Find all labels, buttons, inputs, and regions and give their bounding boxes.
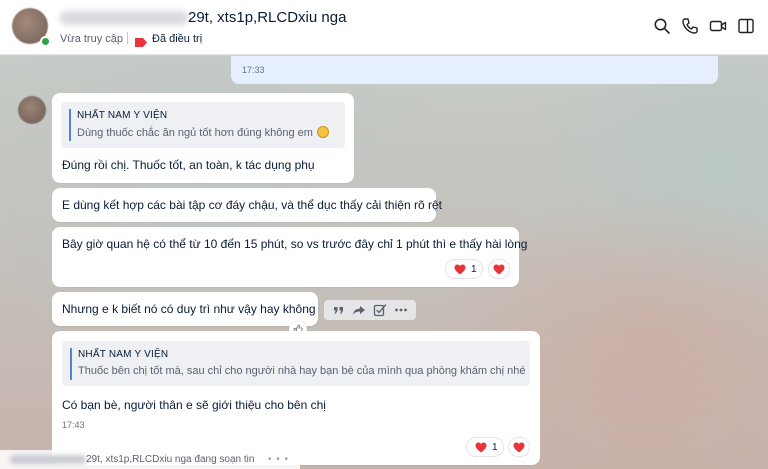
typing-text: 29t, xts1p,RLCDxiu nga đang soạn tin [86,454,255,465]
reaction-summary[interactable]: 1 [466,437,504,457]
contact-name[interactable]: 29t, xts1p,RLCDxiu nga [188,9,346,26]
message-text: Nhưng e k biết nó có duy trì như vậy hay… [62,302,316,316]
last-seen-status: Vừa truy cập [60,33,124,45]
incoming-message[interactable]: E dùng kết hợp các bài tập cơ đáy chậu, … [52,188,442,222]
typing-name-redacted [10,455,86,464]
search-icon[interactable] [653,17,671,35]
typing-dots: • • • [268,454,290,465]
incoming-message[interactable]: Nhưng e k biết nó có duy trì như vậy hay… [52,292,318,326]
message-text: Có bạn bè, người thân e sẽ giới thiệu ch… [62,398,326,412]
reaction-count: 1 [471,264,477,275]
quote-accent-bar [70,348,72,380]
quoted-message[interactable]: NHẤT NAM Y VIỆN Dùng thuốc chắc ăn ngủ t… [61,102,345,148]
phone-icon[interactable] [681,17,699,35]
typing-indicator: 29t, xts1p,RLCDxiu nga đang soạn tin • •… [0,450,300,469]
reaction-count: 1 [492,442,498,453]
message-text: E dùng kết hợp các bài tập cơ đáy chậu, … [62,198,442,212]
message-text: Bây giờ quan hệ có thể từ 10 đến 15 phút… [62,237,528,251]
tag-label[interactable]: Đã điều trị [152,33,202,45]
sender-avatar[interactable] [18,96,46,124]
incoming-message[interactable]: Bây giờ quan hệ có thể từ 10 đến 15 phút… [52,227,527,287]
online-status-dot [40,36,51,47]
heart-icon [475,442,487,453]
heart-icon [513,442,525,453]
message-time: 17:43 [62,420,85,430]
quote-sender: NHẤT NAM Y VIỆN [78,349,169,360]
header-divider [127,32,128,44]
quote-sender: NHẤT NAM Y VIỆN [77,110,168,121]
quote-text: Thuốc bên chị tốt mà, sau chỉ cho người … [78,365,526,377]
quote-accent-bar [69,109,71,141]
react-heart-button[interactable] [488,259,510,279]
react-heart-button[interactable] [508,437,530,457]
quote-text: Dùng thuốc chắc ăn ngủ tốt hơn đúng khôn… [77,126,329,139]
more-options-icon[interactable] [394,303,408,317]
heart-icon [493,264,505,275]
outgoing-message[interactable]: 17:33 [231,56,718,84]
message-text: Đúng rồi chị. Thuốc tốt, an toàn, k tác … [62,158,315,172]
sidebar-toggle-icon[interactable] [737,17,755,35]
video-icon[interactable] [709,17,727,35]
task-icon[interactable] [373,303,387,317]
quote-reply-icon[interactable] [332,303,346,317]
tag-icon[interactable] [135,34,147,47]
chat-header: 29t, xts1p,RLCDxiu nga Vừa truy cập Đã đ… [0,0,768,55]
contact-name-redacted [60,11,188,25]
quoted-message[interactable]: NHẤT NAM Y VIỆN Thuốc bên chị tốt mà, sa… [62,341,530,386]
smile-emoji-icon [316,126,329,138]
message-actions [324,300,416,320]
message-time: 17:33 [242,65,265,75]
heart-icon [454,264,466,275]
forward-icon[interactable] [352,303,366,317]
incoming-message[interactable]: NHẤT NAM Y VIỆN Dùng thuốc chắc ăn ngủ t… [52,93,354,183]
reaction-summary[interactable]: 1 [445,259,483,279]
